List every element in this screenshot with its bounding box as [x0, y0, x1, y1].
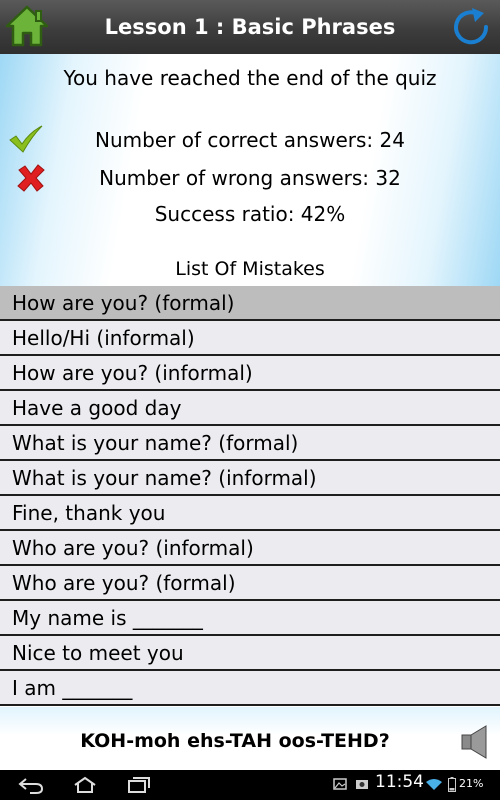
list-item[interactable]: How are you? (informal)	[0, 356, 500, 391]
status-time: 11:54	[375, 772, 424, 792]
photo-notification-icon	[356, 780, 368, 789]
list-item[interactable]: I am _______	[0, 671, 500, 706]
list-item[interactable]: My name is _______	[0, 601, 500, 636]
list-item[interactable]: Who are you? (informal)	[0, 531, 500, 566]
end-of-quiz-message: You have reached the end of the quiz	[63, 66, 437, 90]
system-status-bar: 11:54 21%	[0, 770, 500, 800]
mistakes-list-title: List Of Mistakes	[175, 258, 325, 280]
home-button[interactable]	[4, 3, 50, 49]
app-header: Lesson 1 : Basic Phrases	[0, 0, 500, 54]
home-nav-icon[interactable]	[72, 776, 98, 794]
quiz-summary: You have reached the end of the quiz Num…	[0, 54, 500, 286]
pronunciation-panel: KOH-moh ehs-TAH oos-TEHD?	[0, 707, 500, 770]
list-item[interactable]: Nice to meet you	[0, 636, 500, 671]
battery-icon	[448, 777, 456, 792]
speaker-icon	[461, 725, 487, 759]
list-item[interactable]: Hello/Hi (informal)	[0, 321, 500, 356]
list-item[interactable]: What is your name? (informal)	[0, 461, 500, 496]
home-icon	[5, 5, 49, 47]
list-item[interactable]: What is your name? (formal)	[0, 426, 500, 461]
success-ratio: Success ratio: 42%	[154, 202, 346, 226]
battery-percent: 21%	[459, 777, 484, 790]
list-item[interactable]: Who are you? (formal)	[0, 566, 500, 601]
list-item[interactable]: Have a good day	[0, 391, 500, 426]
back-nav-icon[interactable]	[18, 776, 44, 794]
gallery-notification-icon	[333, 778, 347, 790]
pronunciation-text: KOH-moh ehs-TAH oos-TEHD?	[80, 730, 390, 752]
list-item[interactable]: Fine, thank you	[0, 496, 500, 531]
refresh-icon	[454, 8, 489, 45]
list-item[interactable]: How are you? (formal)	[0, 286, 500, 321]
mistakes-list: How are you? (formal) Hello/Hi (informal…	[0, 286, 500, 706]
wrong-answers-count: Number of wrong answers: 32	[99, 166, 401, 190]
wifi-icon	[426, 779, 442, 790]
lesson-title: Lesson 1 : Basic Phrases	[104, 15, 396, 39]
recents-nav-icon[interactable]	[126, 776, 152, 794]
restart-button[interactable]	[448, 4, 494, 50]
play-audio-button[interactable]	[460, 724, 492, 760]
correct-answers-count: Number of correct answers: 24	[95, 128, 405, 152]
